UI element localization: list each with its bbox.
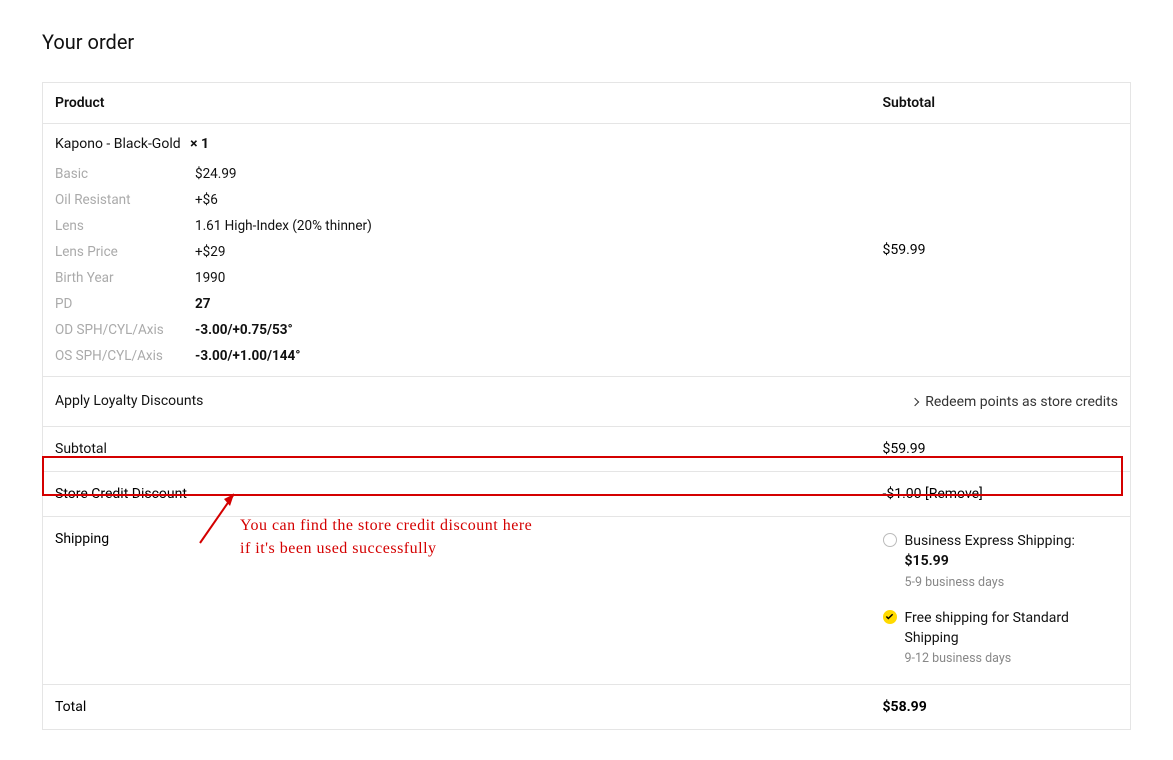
store-credit-value: -$1.00 [883, 486, 926, 502]
ship-express-note: 5-9 business days [905, 574, 1119, 592]
product-name-line: Kapono - Black-Gold × 1 [55, 136, 859, 152]
radio-icon [883, 533, 897, 547]
attr-pd-label: PD [55, 296, 195, 312]
ship-express-price: $15.99 [905, 553, 949, 569]
ship-free-note: 9-12 business days [905, 650, 1119, 668]
redeem-points-text: Redeem points as store credits [925, 394, 1118, 410]
attr-od-label: OD SPH/CYL/Axis [55, 322, 195, 338]
attr-lens-price-value: +$29 [195, 244, 859, 260]
ship-free-name: Free shipping for Standard Shipping [905, 610, 1069, 646]
shipping-options: Business Express Shipping: $15.99 5-9 bu… [883, 531, 1119, 668]
ship-express-name: Business Express Shipping: [905, 533, 1075, 549]
attr-oil-label: Oil Resistant [55, 192, 195, 208]
chevron-right-icon [911, 398, 919, 406]
product-qty-prefix: × [190, 136, 201, 152]
attr-os-label: OS SPH/CYL/Axis [55, 348, 195, 364]
store-credit-label: Store Credit Discount [43, 472, 871, 517]
attr-basic-label: Basic [55, 166, 195, 182]
subtotal-value: $59.99 [883, 441, 926, 457]
attr-os-value: -3.00/+1.00/144° [195, 348, 859, 364]
annotation-text: You can find the store credit discount h… [240, 514, 532, 560]
attr-lens-price-label: Lens Price [55, 244, 195, 260]
attr-lens-label: Lens [55, 218, 195, 234]
product-name: Kapono - Black-Gold [55, 136, 181, 152]
header-subtotal: Subtotal [871, 83, 1131, 124]
annotation-line2: if it's been used successfully [240, 540, 437, 557]
attr-pd-value: 27 [195, 296, 859, 312]
order-table-wrapper: Product Subtotal Kapono - Black-Gold × 1… [42, 82, 1131, 730]
attr-basic-value: $24.99 [195, 166, 859, 182]
product-subtotal: $59.99 [883, 242, 926, 258]
order-summary-table: Product Subtotal Kapono - Black-Gold × 1… [42, 82, 1131, 730]
product-qty: 1 [201, 136, 209, 152]
header-product: Product [43, 83, 871, 124]
total-label: Total [43, 685, 871, 730]
attr-birth-year-value: 1990 [195, 270, 859, 286]
shipping-option-free[interactable]: Free shipping for Standard Shipping 9-12… [883, 608, 1119, 669]
attr-oil-value: +$6 [195, 192, 859, 208]
attr-lens-value: 1.61 High-Index (20% thinner) [195, 218, 859, 234]
total-value: $58.99 [883, 699, 927, 715]
subtotal-label: Subtotal [43, 427, 871, 472]
product-attributes: Basic $24.99 Oil Resistant +$6 Lens 1.61… [55, 166, 859, 364]
shipping-option-express[interactable]: Business Express Shipping: $15.99 5-9 bu… [883, 531, 1119, 592]
redeem-points-link[interactable]: Redeem points as store credits [912, 394, 1118, 410]
attr-birth-year-label: Birth Year [55, 270, 195, 286]
annotation-line1: You can find the store credit discount h… [240, 517, 532, 534]
page-title: Your order [42, 30, 1131, 54]
attr-od-value: -3.00/+0.75/53° [195, 322, 859, 338]
radio-selected-icon [883, 610, 897, 624]
loyalty-label: Apply Loyalty Discounts [43, 377, 871, 427]
store-credit-remove-link[interactable]: [Remove] [925, 486, 983, 502]
